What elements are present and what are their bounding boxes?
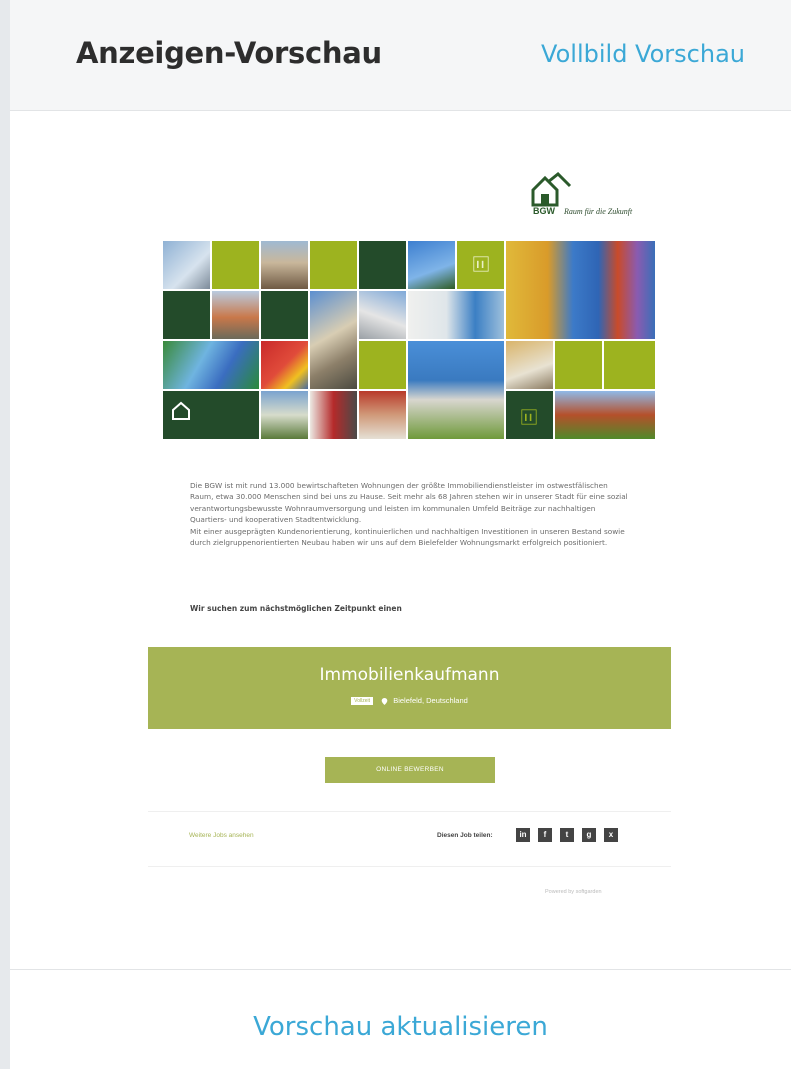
photo-tile <box>163 241 210 289</box>
divider <box>148 811 671 812</box>
color-tile <box>555 341 602 389</box>
photo-tile <box>408 341 504 439</box>
fullscreen-preview-link[interactable]: Vollbild Vorschau <box>541 40 745 68</box>
employment-type-badge: Vollzeit <box>351 697 373 706</box>
photo-tile <box>261 241 308 289</box>
facebook-icon[interactable]: f <box>538 828 552 842</box>
photo-tile <box>359 391 406 439</box>
googleplus-icon[interactable]: g <box>582 828 596 842</box>
intro-paragraph: Die BGW ist mit rund 13.000 bewirtschaft… <box>190 481 628 525</box>
photo-tile <box>261 391 308 439</box>
location-pin-icon <box>381 697 388 705</box>
apply-online-button[interactable]: ONLINE BEWERBEN <box>325 757 495 783</box>
twitter-icon[interactable]: t <box>560 828 574 842</box>
search-line: Wir suchen zum nächstmöglichen Zeitpunkt… <box>190 604 402 613</box>
photo-mosaic <box>163 241 655 439</box>
color-tile <box>163 291 210 339</box>
photo-tile <box>212 291 259 339</box>
page-title: Anzeigen-Vorschau <box>76 36 382 70</box>
company-description: Die BGW ist mit rund 13.000 bewirtschaft… <box>190 480 630 548</box>
color-tile <box>261 291 308 339</box>
color-tile <box>604 341 655 389</box>
color-tile <box>359 341 406 389</box>
intro-paragraph: Mit einer ausgeprägten Kundenorientierun… <box>190 526 625 548</box>
photo-tile <box>408 241 455 289</box>
photo-tile <box>310 391 357 439</box>
job-banner: Immobilienkaufmann Vollzeit Bielefeld, D… <box>148 647 671 729</box>
color-tile <box>359 241 406 289</box>
photo-tile <box>555 391 655 439</box>
photo-tile <box>310 291 357 389</box>
refresh-preview-link[interactable]: Vorschau aktualisieren <box>10 1012 791 1042</box>
logo-tagline: Raum für die Zukunft <box>564 207 633 216</box>
house-icon <box>172 401 190 420</box>
color-tile <box>212 241 259 289</box>
photo-tile <box>408 291 504 339</box>
color-tile <box>310 241 357 289</box>
preview-header: Anzeigen-Vorschau Vollbild Vorschau <box>10 0 791 111</box>
photo-tile <box>359 291 406 339</box>
job-title: Immobilienkaufmann <box>319 665 500 685</box>
job-location: Bielefeld, Deutschland <box>393 696 468 705</box>
photo-tile <box>506 341 553 389</box>
powered-by: Powered by softgarden <box>545 889 602 895</box>
share-label: Diesen Job teilen: <box>437 832 493 839</box>
job-meta: Vollzeit Bielefeld, Deutschland <box>148 696 671 706</box>
left-rail <box>0 0 10 1069</box>
divider <box>148 866 671 867</box>
bi-badge-icon <box>521 409 537 425</box>
logo-name: BGW <box>533 206 555 216</box>
linkedin-icon[interactable]: in <box>516 828 530 842</box>
photo-tile <box>506 241 655 339</box>
photo-tile <box>261 341 308 389</box>
bi-badge-icon <box>473 256 489 272</box>
preview-footer: Vorschau aktualisieren <box>10 969 791 1070</box>
more-jobs-link[interactable]: Weitere Jobs ansehen <box>189 832 254 839</box>
xing-icon[interactable]: x <box>604 828 618 842</box>
photo-tile <box>163 341 259 389</box>
